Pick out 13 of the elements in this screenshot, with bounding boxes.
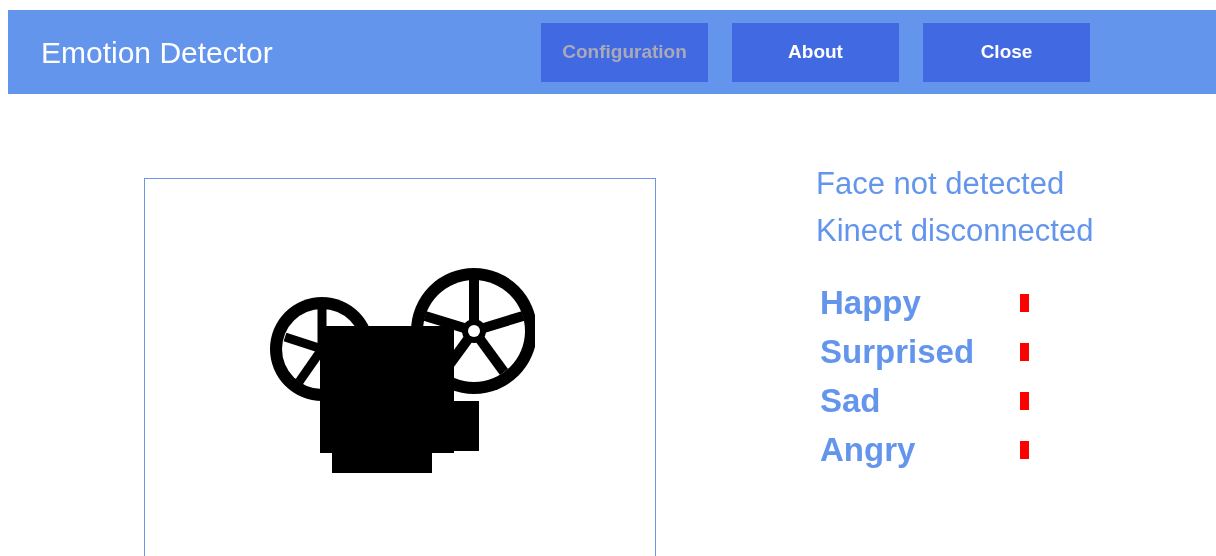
emotion-label: Happy: [820, 283, 922, 323]
app-title: Emotion Detector: [41, 34, 274, 71]
emotion-label: Surprised: [820, 332, 976, 372]
header-button[interactable]: Close: [923, 22, 1090, 82]
header-button[interactable]: About: [732, 22, 899, 82]
emotion-label: Sad: [820, 381, 882, 421]
status-text: Kinect disconnected: [816, 212, 1094, 250]
emotion-indicator-bar: [1020, 342, 1029, 361]
emotion-indicator-bar: [1020, 440, 1029, 459]
emotion-indicator-bar: [1020, 391, 1029, 410]
emotion-indicator-bar: [1020, 293, 1029, 312]
status-text: Face not detected: [816, 165, 1066, 203]
emotion-label: Angry: [820, 430, 917, 470]
